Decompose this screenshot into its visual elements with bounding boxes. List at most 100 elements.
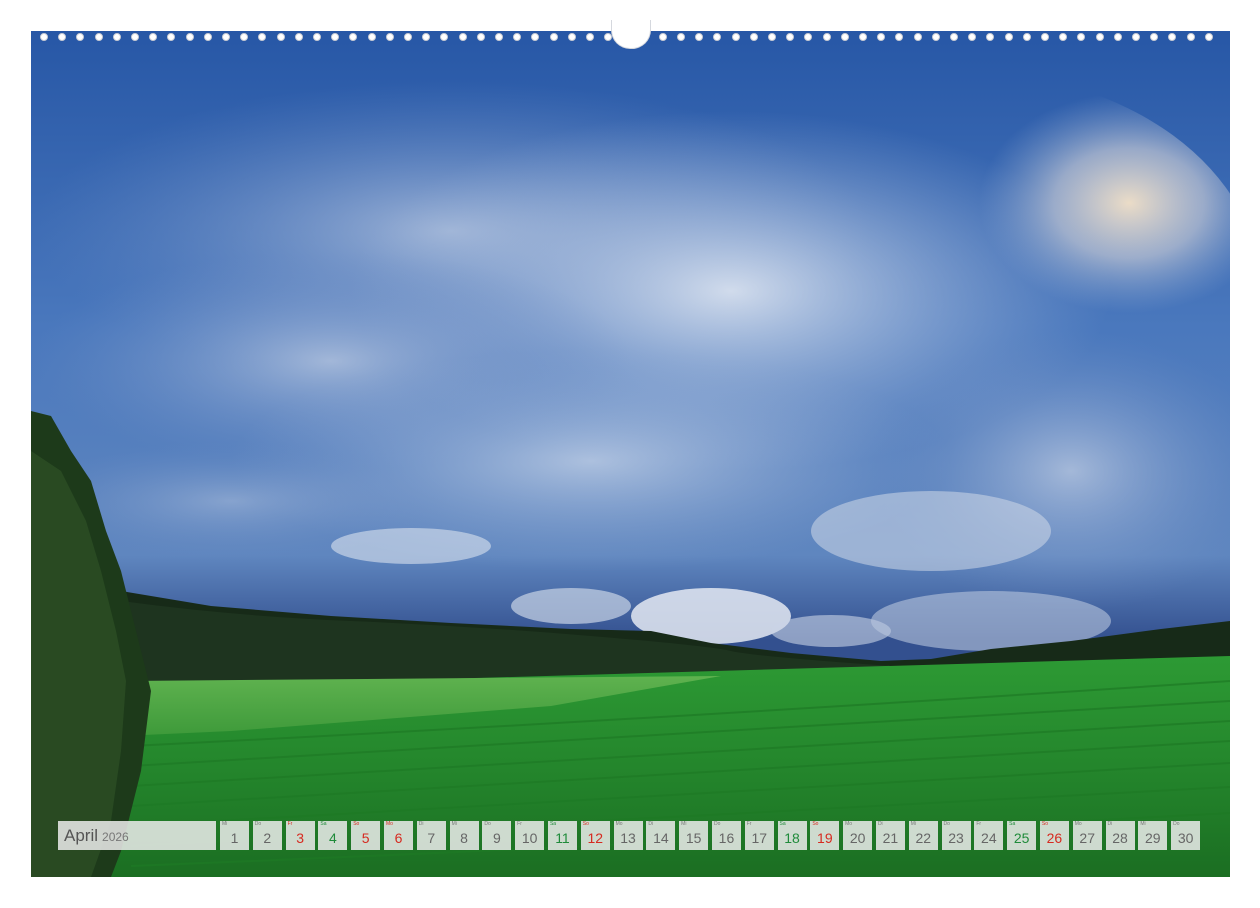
day-cell: Sa 4 (318, 821, 348, 850)
day-number: 9 (492, 830, 501, 846)
day-number: 18 (784, 830, 800, 846)
day-number: 14 (653, 830, 669, 846)
month-year: 2026 (102, 830, 129, 844)
weekday-label: Di (1107, 821, 1113, 827)
weekday-label: Mo (615, 821, 623, 827)
weekday-label: Sa (1009, 821, 1016, 827)
day-cell: Mi 29 (1138, 821, 1168, 850)
day-cell: So 12 (580, 821, 610, 850)
day-cell: Fr 17 (744, 821, 774, 850)
day-number: 21 (882, 830, 899, 846)
binding-ring (1168, 33, 1177, 41)
day-number: 3 (296, 830, 304, 846)
weekday-label: So (1041, 821, 1049, 827)
day-number: 15 (685, 830, 702, 846)
month-name: April (64, 825, 99, 845)
binding-ring (1113, 33, 1122, 41)
day-number: 12 (587, 830, 604, 846)
weekday-label: Fr (976, 821, 982, 827)
binding-ring (1077, 33, 1086, 41)
binding-ring (149, 33, 158, 41)
calendar-page: April 2026 Mi 1 Do 2 Fr 3 Sa 4 So 5 Mo 6 Di 7 Mi 8 Do 9 Fr… (0, 0, 1260, 908)
day-cell: Di 7 (416, 821, 446, 850)
weekday-label: Di (877, 821, 883, 827)
day-cell: So 19 (810, 821, 840, 850)
binding-ring (203, 33, 212, 41)
day-cell: Do 30 (1171, 821, 1201, 850)
weekday-label: Do (1173, 821, 1180, 827)
binding-ring (1150, 33, 1159, 41)
day-number: 26 (1046, 830, 1063, 846)
day-cell: Do 23 (941, 821, 971, 850)
day-number: 20 (849, 830, 866, 846)
binding-ring (1004, 33, 1013, 41)
day-number: 2 (263, 830, 272, 846)
day-cell: Sa 18 (777, 821, 807, 850)
weekday-label: Fr (517, 821, 522, 827)
binding-ring (185, 33, 194, 41)
binding-ring (549, 33, 558, 41)
binding-ring (804, 33, 813, 41)
day-cell: Di 21 (875, 821, 905, 850)
binding-ring (931, 33, 940, 41)
day-cell: Mi 15 (679, 821, 709, 850)
day-number: 25 (1013, 830, 1030, 846)
binding-ring (786, 33, 795, 41)
binding-ring (167, 33, 176, 41)
day-number: 19 (817, 830, 833, 846)
binding-ring (859, 33, 867, 41)
day-cell: Do 16 (711, 821, 741, 850)
binding-ring (1186, 33, 1195, 41)
day-cell: Mo 13 (613, 821, 643, 850)
binding-ring (1204, 33, 1213, 41)
binding-ring (258, 33, 267, 41)
binding-ring (313, 33, 321, 41)
binding-ring (422, 33, 431, 41)
weekday-label: Do (943, 821, 950, 827)
day-number: 7 (427, 830, 436, 846)
binding-ring (731, 33, 740, 41)
day-cell: Do 9 (482, 821, 512, 850)
binding-ring (58, 33, 67, 41)
weekday-label: Do (484, 821, 491, 827)
day-number: 16 (718, 830, 735, 846)
binding-ring (76, 33, 85, 41)
binding-ring (94, 33, 103, 41)
binding-ring (131, 33, 139, 41)
weekday-label: So (582, 821, 589, 827)
day-cell: Mo 6 (383, 821, 413, 850)
binding-ring (768, 33, 776, 41)
weekday-label: Do (254, 821, 262, 827)
day-number: 13 (620, 830, 636, 846)
weekday-label: Do (713, 821, 721, 827)
day-cell: Do 2 (252, 821, 282, 850)
day-number: 4 (328, 830, 337, 846)
month-label: April 2026 (58, 821, 216, 850)
binding-ring (877, 33, 886, 41)
binding-ring (713, 33, 722, 41)
weekday-label: Di (648, 821, 654, 827)
binding-ring (950, 33, 958, 41)
weekday-label: So (353, 821, 360, 827)
day-number: 6 (394, 830, 403, 846)
weekday-label: Mo (845, 821, 853, 827)
binding-ring (513, 33, 522, 41)
weekday-label: Fr (746, 821, 752, 827)
day-cell: Fr 24 (974, 821, 1004, 850)
day-number: 24 (981, 830, 997, 846)
day-cell: Fr 3 (285, 821, 315, 850)
day-cell: Sa 11 (547, 821, 577, 850)
day-cell: Sa 25 (1007, 821, 1037, 850)
binding-ring (1132, 33, 1140, 41)
binding-ring (1059, 33, 1068, 41)
binding-ring (986, 33, 995, 41)
day-cell: Mi 1 (220, 821, 249, 850)
binding-ring (349, 33, 358, 41)
calendar-strip: April 2026 Mi 1 Do 2 Fr 3 Sa 4 So 5 Mo 6 Di 7 Mi 8 Do 9 Fr… (58, 821, 1204, 850)
binding-ring (913, 33, 922, 41)
binding-ring (1095, 33, 1104, 41)
day-number: 28 (1112, 830, 1128, 846)
day-cell: Di 14 (646, 821, 676, 850)
day-number: 8 (460, 830, 468, 846)
day-cell: So 5 (351, 821, 381, 850)
